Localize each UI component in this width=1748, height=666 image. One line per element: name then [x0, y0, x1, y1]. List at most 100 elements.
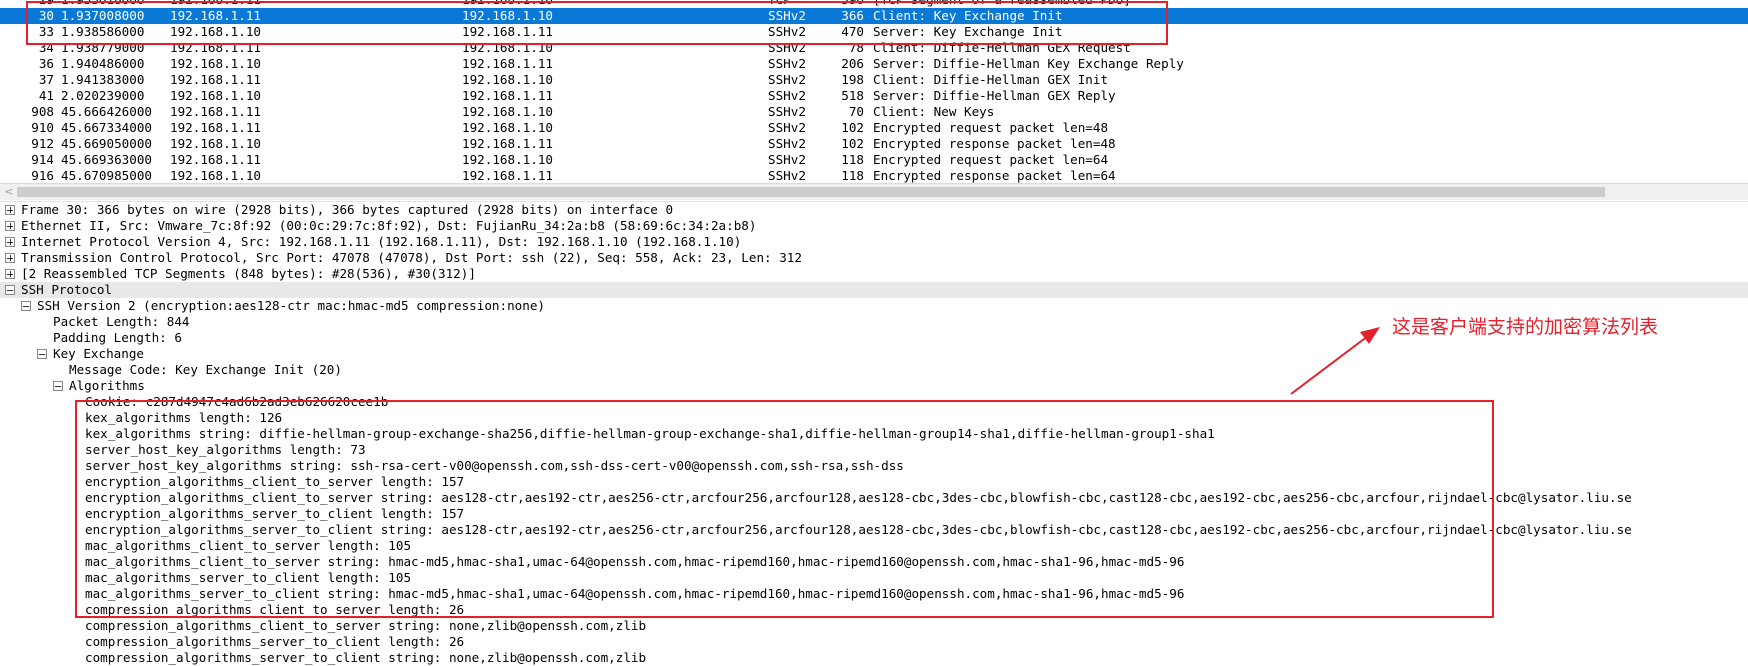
packet-info: Encrypted request packet len=64	[873, 152, 1109, 167]
packet-row[interactable]: 37 1.941383000 192.168.1.11 192.168.1.10 SSH…	[0, 72, 1748, 88]
packet-row[interactable]: 29 1.933018000 192.168.1.11 192.168.1.10 TCP…	[0, 0, 1748, 8]
packet-row[interactable]: 916 45.670985000 192.168.1.10 192.168.1.11 S…	[0, 168, 1748, 183]
packet-length: 70	[848, 104, 864, 119]
expand-icon[interactable]	[5, 205, 15, 215]
tree-item-label: server_host_key_algorithms string: ssh-r…	[85, 458, 904, 473]
tree-item[interactable]: Message Code: Key Exchange Init (20)	[0, 362, 1748, 378]
tree-item[interactable]: Cookie: c287d4947c4ad6b2ad3eb626620cee1b	[0, 394, 1748, 410]
packet-row[interactable]: 908 45.666426000 192.168.1.11 192.168.1.10 S…	[0, 104, 1748, 120]
packet-protocol: SSHv2	[768, 168, 806, 183]
packet-row[interactable]: 34 1.938779000 192.168.1.11 192.168.1.10 SSH…	[0, 40, 1748, 56]
tree-item-label: Cookie: c287d4947c4ad6b2ad3eb626620cee1b	[85, 394, 389, 409]
packet-info: Client: Diffie-Hellman GEX Init	[873, 72, 1109, 87]
packet-time: 1.938779000	[61, 40, 145, 55]
collapse-icon[interactable]	[53, 381, 63, 391]
tree-item-label: kex_algorithms length: 126	[85, 410, 283, 425]
packet-time: 1.933018000	[61, 0, 144, 8]
collapse-icon[interactable]	[5, 285, 15, 295]
packet-row[interactable]: 36 1.940486000 192.168.1.10 192.168.1.11 SSH…	[0, 56, 1748, 72]
tree-item-label: server_host_key_algorithms length: 73	[85, 442, 366, 457]
tree-item[interactable]: encryption_algorithms_client_to_server s…	[0, 490, 1748, 506]
tree-item[interactable]: encryption_algorithms_server_to_client l…	[0, 506, 1748, 522]
packet-source: 192.168.1.11	[170, 120, 261, 135]
tree-item[interactable]: Key Exchange	[0, 346, 1748, 362]
tree-item-label: Padding Length: 6	[53, 330, 182, 345]
packet-info: Client: Diffie-Hellman GEX Request	[873, 40, 1131, 55]
horizontal-scrollbar[interactable]: <	[0, 183, 1748, 200]
scroll-left-arrow-icon[interactable]: <	[3, 185, 15, 199]
tree-item[interactable]: kex_algorithms length: 126	[0, 410, 1748, 426]
packet-number: 30	[38, 8, 54, 23]
packet-row[interactable]: 33 1.938586000 192.168.1.10 192.168.1.11 SSH…	[0, 24, 1748, 40]
tree-item-label: encryption_algorithms_server_to_client s…	[85, 522, 1632, 537]
tree-item[interactable]: compression_algorithms_client_to_server …	[0, 618, 1748, 634]
tree-item[interactable]: mac_algorithms_server_to_client length: …	[0, 570, 1748, 586]
tree-item[interactable]: compression_algorithms_server_to_client …	[0, 650, 1748, 666]
packet-destination: 192.168.1.10	[462, 72, 553, 87]
packet-row[interactable]: 910 45.667334000 192.168.1.11 192.168.1.10 S…	[0, 120, 1748, 136]
tree-item[interactable]: Ethernet II, Src: Vmware_7c:8f:92 (00:0c…	[0, 218, 1748, 234]
packet-protocol: SSHv2	[768, 24, 806, 39]
packet-info: Client: Key Exchange Init	[873, 8, 1063, 23]
packet-length: 118	[841, 168, 864, 183]
packet-number: 29	[0, 0, 54, 8]
packet-length: 518	[841, 88, 864, 103]
packet-source: 192.168.1.11	[170, 40, 261, 55]
packet-length: 118	[841, 152, 864, 167]
packet-protocol: SSHv2	[768, 40, 806, 55]
packet-protocol: SSHv2	[768, 56, 806, 71]
tree-item[interactable]: Internet Protocol Version 4, Src: 192.16…	[0, 234, 1748, 250]
expand-icon[interactable]	[5, 221, 15, 231]
tree-item-label: compression_algorithms_server_to_client …	[85, 634, 465, 649]
tree-item-label: mac_algorithms_client_to_server length: …	[85, 538, 412, 553]
packet-info: Encrypted response packet len=64	[873, 168, 1116, 183]
expand-icon[interactable]	[5, 269, 15, 279]
packet-length: 366	[841, 8, 864, 23]
tree-item[interactable]: Frame 30: 366 bytes on wire (2928 bits),…	[0, 202, 1748, 218]
tree-item[interactable]: SSH Protocol	[0, 282, 1748, 298]
packet-row[interactable]: 914 45.669363000 192.168.1.11 192.168.1.10 S…	[0, 152, 1748, 168]
tree-item-label: encryption_algorithms_client_to_server l…	[85, 474, 465, 489]
tree-item-label: mac_algorithms_client_to_server string: …	[85, 554, 1185, 569]
packet-details-tree[interactable]: Frame 30: 366 bytes on wire (2928 bits),…	[0, 201, 1748, 666]
scrollbar-thumb[interactable]	[17, 187, 1605, 197]
tree-item-label: mac_algorithms_server_to_client string: …	[85, 586, 1185, 601]
tree-item[interactable]: mac_algorithms_client_to_server string: …	[0, 554, 1748, 570]
tree-item[interactable]: mac_algorithms_server_to_client string: …	[0, 586, 1748, 602]
packet-protocol: SSHv2	[768, 8, 806, 23]
collapse-icon[interactable]	[21, 301, 31, 311]
packet-time: 45.666426000	[61, 104, 152, 119]
packet-number: 908	[31, 104, 54, 119]
packet-time: 1.941383000	[61, 72, 145, 87]
tree-item[interactable]: Algorithms	[0, 378, 1748, 394]
tree-item-label: Ethernet II, Src: Vmware_7c:8f:92 (00:0c…	[21, 218, 757, 233]
packet-destination: 192.168.1.11	[462, 88, 553, 103]
packet-protocol: SSHv2	[768, 120, 806, 135]
packet-protocol: SSHv2	[768, 72, 806, 87]
expand-icon[interactable]	[5, 237, 15, 247]
packet-row[interactable]: 30 1.937008000 192.168.1.11 192.168.1.10 SSH…	[0, 8, 1748, 24]
packet-destination: 192.168.1.10	[462, 0, 553, 8]
packet-row[interactable]: 41 2.020239000 192.168.1.10 192.168.1.11 SSH…	[0, 88, 1748, 104]
packet-destination: 192.168.1.11	[462, 56, 553, 71]
packet-source: 192.168.1.11	[170, 104, 261, 119]
packet-list[interactable]: 291.933018000192.168.1.11192.168.1.10TCP…	[0, 0, 1748, 183]
tree-item[interactable]: compression_algorithms_client_to_server …	[0, 602, 1748, 618]
tree-item[interactable]: encryption_algorithms_client_to_server l…	[0, 474, 1748, 490]
tree-item[interactable]: mac_algorithms_client_to_server length: …	[0, 538, 1748, 554]
tree-item[interactable]: [2 Reassembled TCP Segments (848 bytes):…	[0, 266, 1748, 282]
expand-icon[interactable]	[5, 253, 15, 263]
annotation-label: 这是客户端支持的加密算法列表	[1392, 316, 1659, 338]
tree-item-label: Internet Protocol Version 4, Src: 192.16…	[21, 234, 742, 249]
packet-row[interactable]: 912 45.669050000 192.168.1.10 192.168.1.11 S…	[0, 136, 1748, 152]
tree-item-label: Transmission Control Protocol, Src Port:…	[21, 250, 802, 265]
tree-item[interactable]: compression_algorithms_server_to_client …	[0, 634, 1748, 650]
tree-item[interactable]: Transmission Control Protocol, Src Port:…	[0, 250, 1748, 266]
packet-number: 33	[38, 24, 54, 39]
tree-item[interactable]: kex_algorithms string: diffie-hellman-gr…	[0, 426, 1748, 442]
collapse-icon[interactable]	[37, 349, 47, 359]
tree-item[interactable]: server_host_key_algorithms length: 73	[0, 442, 1748, 458]
tree-item[interactable]: server_host_key_algorithms string: ssh-r…	[0, 458, 1748, 474]
packet-source: 192.168.1.10	[170, 136, 261, 151]
tree-item[interactable]: encryption_algorithms_server_to_client s…	[0, 522, 1748, 538]
